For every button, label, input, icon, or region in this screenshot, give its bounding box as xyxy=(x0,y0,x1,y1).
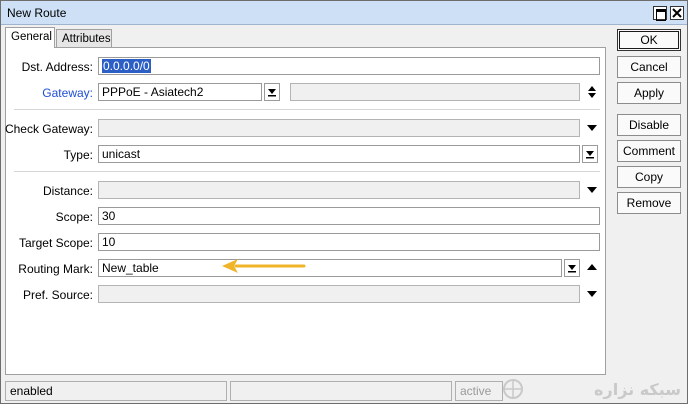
distance-label: Distance: xyxy=(42,184,93,198)
general-panel: Dst. Address: 0.0.0.0/0 Gateway: PPPoE -… xyxy=(5,47,606,375)
check-gateway-input[interactable] xyxy=(98,119,580,137)
triangle-down-icon[interactable] xyxy=(586,122,598,134)
dst-address-value: 0.0.0.0/0 xyxy=(102,59,151,73)
updown-arrow-icon[interactable] xyxy=(586,86,598,98)
remove-button[interactable]: Remove xyxy=(617,192,681,214)
copy-button[interactable]: Copy xyxy=(617,166,681,188)
check-gateway-label: Check Gateway: xyxy=(4,122,93,136)
scope-value: 30 xyxy=(102,209,116,223)
separator xyxy=(14,109,600,110)
status-active: active xyxy=(455,381,503,401)
distance-input[interactable] xyxy=(98,181,580,199)
gateway-label[interactable]: Gateway: xyxy=(42,86,93,100)
window-title: New Route xyxy=(7,6,67,20)
apply-button[interactable]: Apply xyxy=(617,82,681,104)
close-icon xyxy=(672,8,682,18)
dropdown-icon xyxy=(586,151,594,159)
target-scope-input[interactable]: 10 xyxy=(98,233,600,251)
routing-mark-dropdown-button[interactable] xyxy=(564,259,580,277)
pref-source-label: Pref. Source: xyxy=(22,288,93,302)
type-select[interactable]: unicast xyxy=(98,145,580,163)
status-enabled: enabled xyxy=(5,381,227,401)
pref-source-input[interactable] xyxy=(98,285,580,303)
arrow-left-annotation-icon xyxy=(222,259,306,273)
dropdown-icon xyxy=(568,265,576,273)
routing-mark-label: Routing Mark: xyxy=(18,262,93,276)
triangle-up-icon[interactable] xyxy=(586,261,598,273)
cancel-button[interactable]: Cancel xyxy=(617,56,681,78)
gateway-value: PPPoE - Asiatech2 xyxy=(102,85,204,99)
disable-button[interactable]: Disable xyxy=(617,114,681,136)
tab-general[interactable]: General xyxy=(5,27,55,48)
routing-mark-value: New_table xyxy=(102,261,159,275)
scope-input[interactable]: 30 xyxy=(98,207,600,225)
ok-button[interactable]: OK xyxy=(617,29,681,51)
scope-label: Scope: xyxy=(55,210,93,224)
dst-address-label: Dst. Address: xyxy=(21,60,93,74)
gateway-dropdown-button[interactable] xyxy=(264,83,280,101)
tab-attributes[interactable]: Attributes xyxy=(56,29,112,47)
watermark-text: سبکه نزاره xyxy=(594,380,681,399)
target-scope-value: 10 xyxy=(102,235,116,249)
type-dropdown-button[interactable] xyxy=(582,145,598,163)
gateway-secondary-input[interactable] xyxy=(290,83,580,101)
type-value: unicast xyxy=(102,147,141,161)
close-button[interactable] xyxy=(670,6,684,20)
routing-mark-input[interactable]: New_table xyxy=(98,259,562,277)
target-scope-label: Target Scope: xyxy=(18,236,93,250)
status-middle xyxy=(230,381,452,401)
maximize-button[interactable] xyxy=(653,6,667,21)
new-route-window: New Route General Attributes Dst. Addres… xyxy=(0,0,688,404)
watermark-logo-icon xyxy=(503,379,523,399)
gateway-input[interactable]: PPPoE - Asiatech2 xyxy=(98,83,262,101)
watermark: سبکه نزاره xyxy=(501,375,687,403)
separator xyxy=(14,171,600,172)
comment-button[interactable]: Comment xyxy=(617,140,681,162)
dropdown-icon xyxy=(268,89,276,97)
type-label: Type: xyxy=(63,148,93,162)
triangle-down-icon[interactable] xyxy=(586,184,598,196)
title-bar[interactable]: New Route xyxy=(1,1,687,25)
triangle-down-icon[interactable] xyxy=(586,288,598,300)
dst-address-input[interactable]: 0.0.0.0/0 xyxy=(98,57,600,75)
